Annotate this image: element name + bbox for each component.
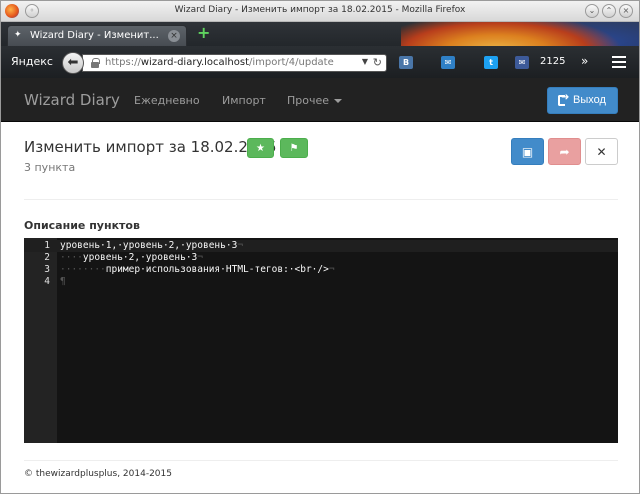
nav-item-import[interactable]: Импорт [222,94,266,107]
section-label: Описание пунктов [24,219,140,232]
reload-icon[interactable]: ↻ [373,56,382,69]
window-title: Wizard Diary - Изменить импорт за 18.02.… [174,5,466,15]
line-number: 1 [44,240,50,251]
flag-icon: ⚑ [289,143,299,154]
page-title: Изменить импорт за 18.02.2015 [24,138,277,156]
yandex-label[interactable]: Яндекс [11,55,53,68]
twitter-icon[interactable]: t [484,56,498,69]
mark-import-button[interactable]: ⚑ [280,138,308,158]
save-button[interactable]: ▣ [511,138,544,165]
close-window-button[interactable]: × [619,4,633,18]
tab-strip: ✦ Wizard Diary - Изменит... × + [1,22,639,91]
tab-label: Wizard Diary - Изменит... [30,30,159,41]
nav-item-daily[interactable]: Ежедневно [134,94,200,107]
editor-line[interactable]: 4 ¶ [24,276,618,288]
redo-button[interactable]: ➦ [548,138,581,165]
site-navbar: Wizard Diary Ежедневно Импорт Прочее Вых… [1,78,639,122]
browser-toolbar: Яндекс https://wizard-diary.localhost/im… [1,46,639,78]
line-number: 3 [44,264,50,275]
maximize-button[interactable]: ⌃ [602,4,616,18]
close-icon: ✕ [596,145,607,159]
url-text: https://wizard-diary.localhost/import/4/… [105,57,334,68]
nav-item-other[interactable]: Прочее [287,94,343,107]
floppy-disk-icon: ▣ [521,145,534,159]
caret-down-icon [334,99,343,103]
back-button[interactable]: ⬅ [62,52,84,74]
editor-line[interactable]: 1 уровень·1,·уровень·2,·уровень·3¬ [24,240,618,252]
footer-copyright: © thewizardplusplus, 2014-2015 [24,469,172,479]
tab-close-icon[interactable]: × [168,30,180,42]
line-text: уровень·1,·уровень·2,·уровень·3¬ [60,240,244,251]
points-count: 3 пункта [24,161,76,174]
share-arrow-icon: ➦ [559,145,570,159]
line-number: 4 [44,276,50,287]
url-history-dropdown-icon[interactable]: ▼ [362,57,368,66]
hamburger-menu-icon[interactable] [612,56,626,68]
browser-window: ◦ Wizard Diary - Изменить импорт за 18.0… [0,0,640,494]
url-bar[interactable]: https://wizard-diary.localhost/import/4/… [82,54,387,72]
page-content: Изменить импорт за 18.02.2015 ★ ⚑ 3 пунк… [1,122,639,493]
lock-icon [91,58,100,68]
line-text: ¶ [60,276,66,287]
line-text: ····уровень·2,·уровень·3¬ [60,252,204,263]
line-text: ········пример·использования·HTML-тегов:… [60,264,335,275]
line-number: 2 [44,252,50,263]
editor-line[interactable]: 2 ····уровень·2,·уровень·3¬ [24,252,618,264]
logout-icon [558,92,569,106]
code-editor[interactable]: 1 уровень·1,·уровень·2,·уровень·3¬ 2 ···… [24,238,618,443]
divider [24,460,618,461]
title-bar: ◦ Wizard Diary - Изменить импорт за 18.0… [1,1,639,22]
star-icon: ★ [256,143,265,154]
close-button[interactable]: ✕ [585,138,618,165]
logout-button[interactable]: Выход [547,87,618,114]
site-brand[interactable]: Wizard Diary [24,91,120,109]
editor-line[interactable]: 3 ········пример·использования·HTML-тего… [24,264,618,276]
minimize-button[interactable]: ⌄ [585,4,599,18]
overflow-chevron-icon[interactable]: » [581,54,588,68]
vk-icon[interactable]: B [399,56,413,69]
star-button[interactable]: ★ [247,138,274,158]
envelope-icon[interactable]: ✉ [515,56,529,69]
wand-icon: ✦ [14,30,22,40]
tab-wizard-diary[interactable]: ✦ Wizard Diary - Изменит... × [7,25,187,46]
new-tab-plus-icon[interactable]: + [197,25,211,41]
mail-icon[interactable]: ✉ [441,56,455,69]
divider [24,199,618,200]
notification-count: 2125 [540,56,566,67]
